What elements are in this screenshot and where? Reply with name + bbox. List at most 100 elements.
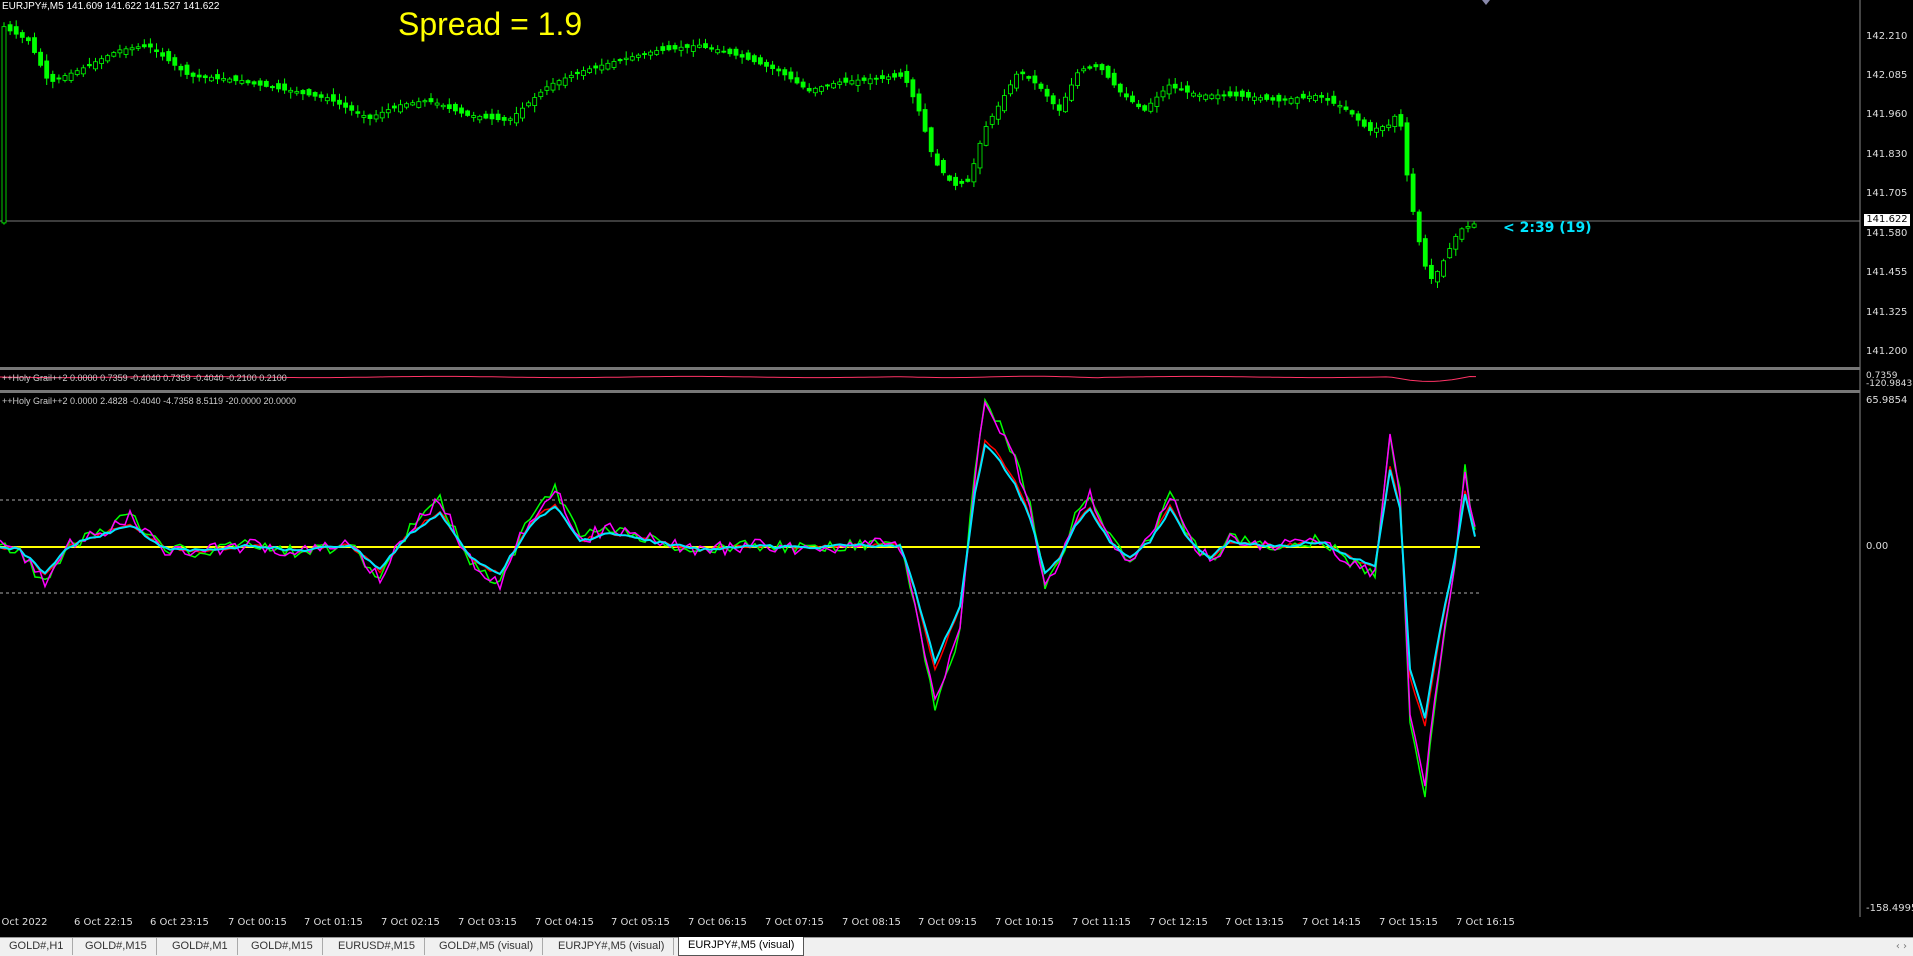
candle-body xyxy=(440,104,446,108)
candle-body xyxy=(1154,96,1160,107)
candle-body xyxy=(636,54,641,58)
candle-body xyxy=(62,75,68,81)
candle-body xyxy=(593,65,599,69)
candle-body xyxy=(788,71,794,80)
chart-tab[interactable]: EURUSD#,M15 xyxy=(329,938,426,955)
indicator2-series xyxy=(0,397,1476,798)
candle-body xyxy=(544,86,550,91)
indicator2-axis-top: 65.9854 xyxy=(1866,395,1908,406)
chart-area[interactable]: EURJPY#,M5 141.609 141.622 141.527 141.6… xyxy=(0,0,1913,938)
candle-body xyxy=(587,68,592,73)
candle-body xyxy=(99,58,104,64)
candle-body xyxy=(922,109,928,132)
candle-body xyxy=(452,103,458,112)
candle-body xyxy=(379,111,385,119)
chart-tab[interactable]: GOLD#,M1 xyxy=(163,938,238,955)
candle-body xyxy=(648,51,653,56)
candle-body xyxy=(1008,84,1013,95)
candle-body xyxy=(1361,119,1367,127)
candle-body xyxy=(330,94,336,102)
candle-body xyxy=(1,26,7,224)
candle-body xyxy=(1044,88,1050,97)
candle-body xyxy=(654,50,660,55)
time-tick: 7 Oct 00:15 xyxy=(228,917,287,928)
chart-tab-active[interactable]: EURJPY#,M5 (visual) xyxy=(678,937,805,956)
candle-body xyxy=(1014,73,1019,89)
candle-body xyxy=(1404,122,1410,176)
price-tick: 141.830 xyxy=(1866,149,1908,160)
candle-body xyxy=(776,68,782,72)
candle-body xyxy=(1294,97,1300,104)
candle-body xyxy=(74,70,80,75)
candle-body xyxy=(745,52,751,60)
candle-body xyxy=(611,61,617,68)
time-tick: 7 Oct 08:15 xyxy=(842,917,901,928)
candle-body xyxy=(184,64,190,75)
candle-body xyxy=(160,52,166,57)
chart-tab[interactable]: GOLD#,M15 xyxy=(76,938,157,955)
candle-body xyxy=(1148,102,1154,112)
candle-body xyxy=(538,91,544,98)
chart-tab[interactable]: GOLD#,M15 xyxy=(242,938,323,955)
candle-body xyxy=(471,115,477,118)
candle-body xyxy=(111,52,117,57)
candle-body xyxy=(709,47,714,50)
tab-scroll-arrows[interactable]: ‹ › xyxy=(1896,938,1907,955)
time-tick: 6 Oct 23:15 xyxy=(150,917,209,928)
candle-body xyxy=(599,64,605,71)
candle-body xyxy=(263,80,269,87)
candle-body xyxy=(428,98,434,103)
indicator2-magenta-line xyxy=(0,400,1476,787)
candle-body xyxy=(873,77,879,80)
candle-body xyxy=(154,49,159,53)
candle-body xyxy=(1288,98,1294,104)
candle-body xyxy=(227,78,233,83)
spread-label: Spread = 1.9 xyxy=(398,6,583,42)
candle-body xyxy=(953,176,958,186)
candle-body xyxy=(733,48,739,56)
candle-body xyxy=(1105,65,1111,78)
chart-canvas[interactable] xyxy=(0,0,1913,938)
candle-body xyxy=(880,75,885,79)
candle-body xyxy=(892,73,897,78)
candle-body xyxy=(166,51,172,62)
chart-tab[interactable]: EURJPY#,M5 (visual) xyxy=(549,938,675,955)
candle-body xyxy=(660,46,666,51)
candle-body xyxy=(93,61,98,70)
time-tick: 7 Oct 04:15 xyxy=(535,917,594,928)
candle-body xyxy=(507,118,513,121)
candle-body xyxy=(25,37,31,42)
candle-body xyxy=(1038,83,1044,89)
candle-body xyxy=(715,49,721,54)
chart-shift-marker xyxy=(1482,0,1490,5)
candle-body xyxy=(1447,248,1453,259)
time-tick: 6 Oct 22:15 xyxy=(74,917,133,928)
candle-body xyxy=(819,86,824,92)
candle-body xyxy=(123,48,129,55)
candle-body xyxy=(239,80,245,84)
candle-body xyxy=(208,76,214,82)
candle-body xyxy=(642,53,647,56)
chart-tab[interactable]: GOLD#,H1 xyxy=(0,938,74,955)
candle-body xyxy=(269,86,275,89)
candle-body xyxy=(251,81,257,85)
symbol-info: EURJPY#,M5 141.609 141.622 141.527 141.6… xyxy=(2,1,220,12)
candle-body xyxy=(520,107,525,119)
candle-body xyxy=(367,114,373,119)
price-tick: 141.705 xyxy=(1866,188,1908,199)
price-tick: 141.960 xyxy=(1866,109,1908,120)
candle-body xyxy=(562,77,568,86)
candle-body xyxy=(477,115,483,121)
candle-body xyxy=(1172,83,1178,89)
candle-body xyxy=(495,113,501,121)
chart-tab[interactable]: GOLD#,M5 (visual) xyxy=(430,938,544,955)
candle-body xyxy=(898,72,904,77)
candle-body xyxy=(221,78,227,81)
candle-body xyxy=(770,64,775,69)
candle-body xyxy=(190,72,196,77)
candle-body xyxy=(910,79,916,98)
candle-body xyxy=(861,77,867,81)
candle-body xyxy=(1416,211,1422,243)
candle-body xyxy=(1300,93,1306,99)
candle-body xyxy=(965,178,971,182)
